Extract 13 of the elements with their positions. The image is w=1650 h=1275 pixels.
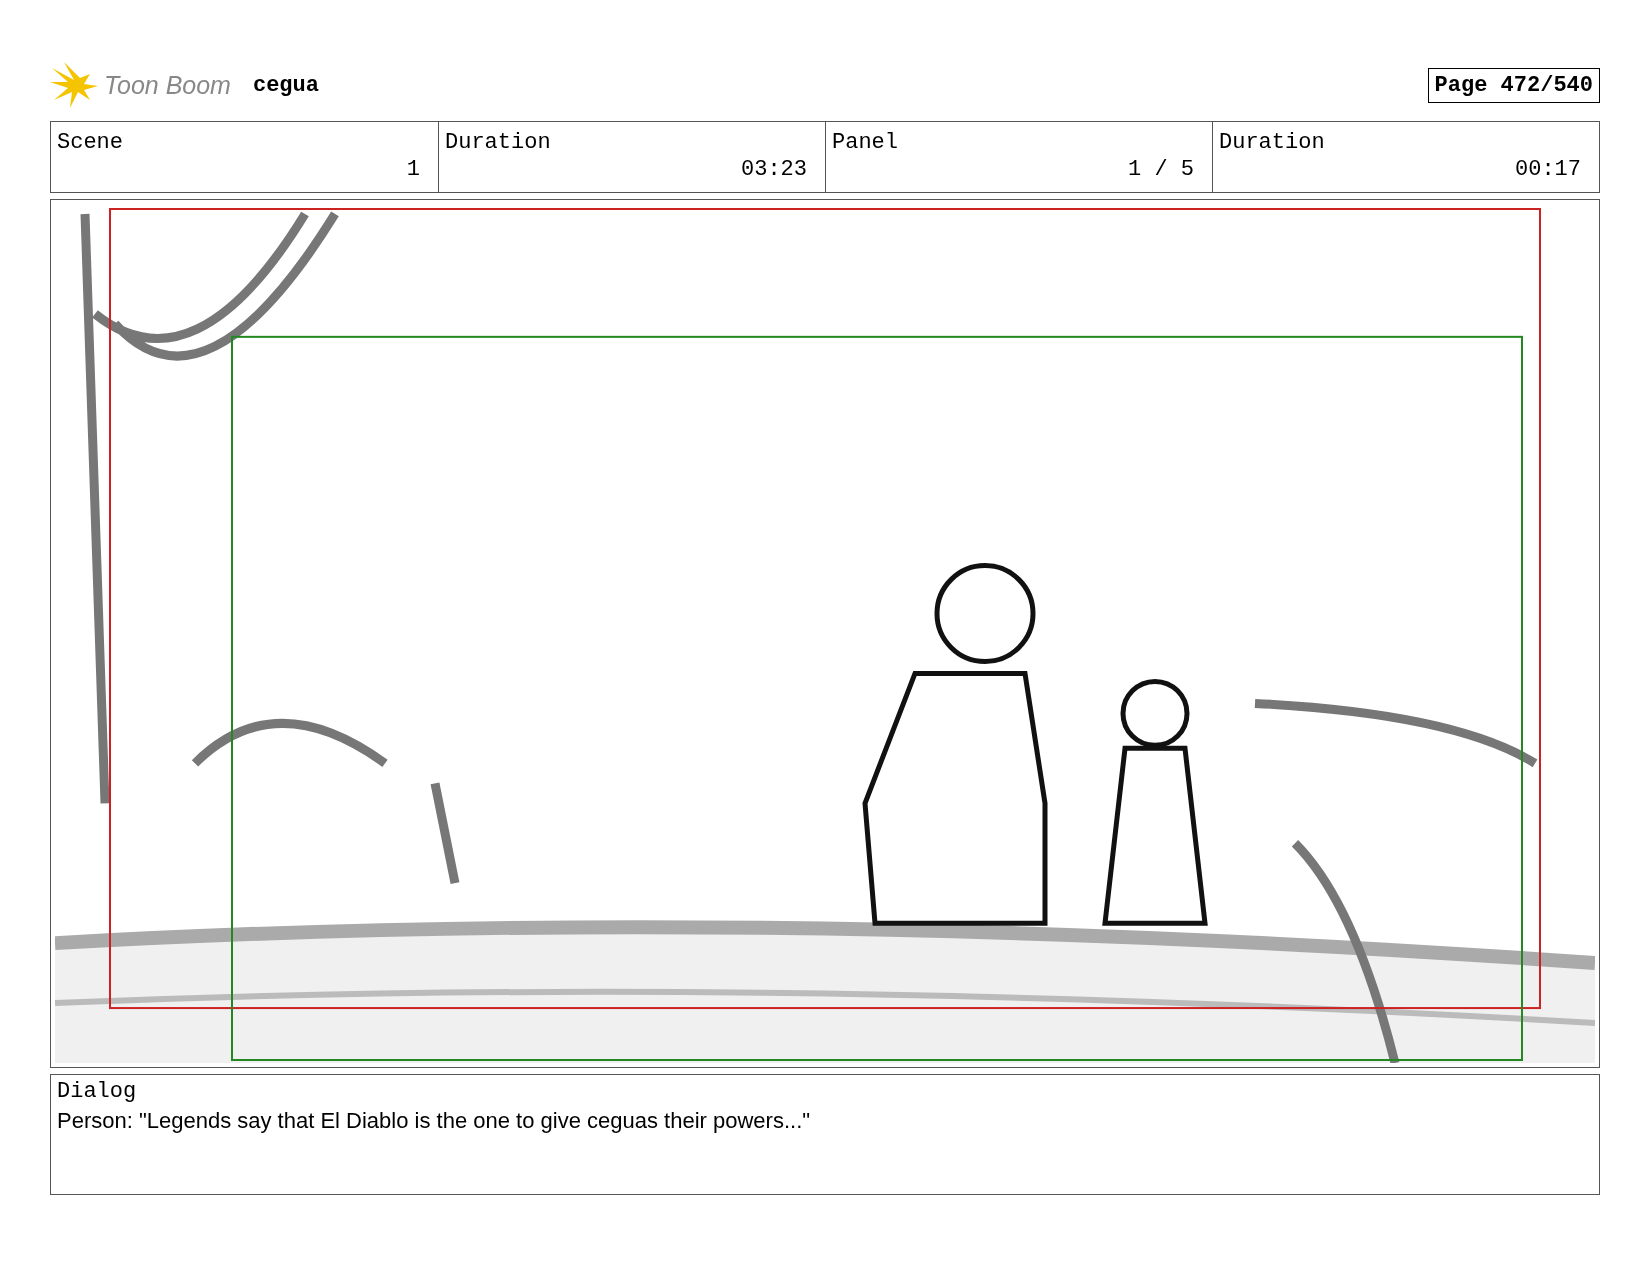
field-value: 1 / 5 [1128, 157, 1194, 182]
dialog-label: Dialog [57, 1079, 137, 1104]
project-title: cegua [252, 72, 319, 98]
field-value: 00:17 [1515, 157, 1581, 182]
field-label: Scene [57, 130, 124, 155]
dialog-text: Person: "Legends say that El Diablo is the one to give ceguas their powers..." [57, 1108, 811, 1134]
field-value: 1 [406, 157, 420, 182]
field-label: Duration [445, 130, 552, 155]
field-value: 03:23 [741, 157, 807, 182]
page-number: Page 472/540 [1427, 67, 1600, 103]
field-label: Panel [832, 130, 899, 155]
field-label: Duration [1219, 130, 1326, 155]
logo-text: Toon Boom [104, 70, 231, 100]
